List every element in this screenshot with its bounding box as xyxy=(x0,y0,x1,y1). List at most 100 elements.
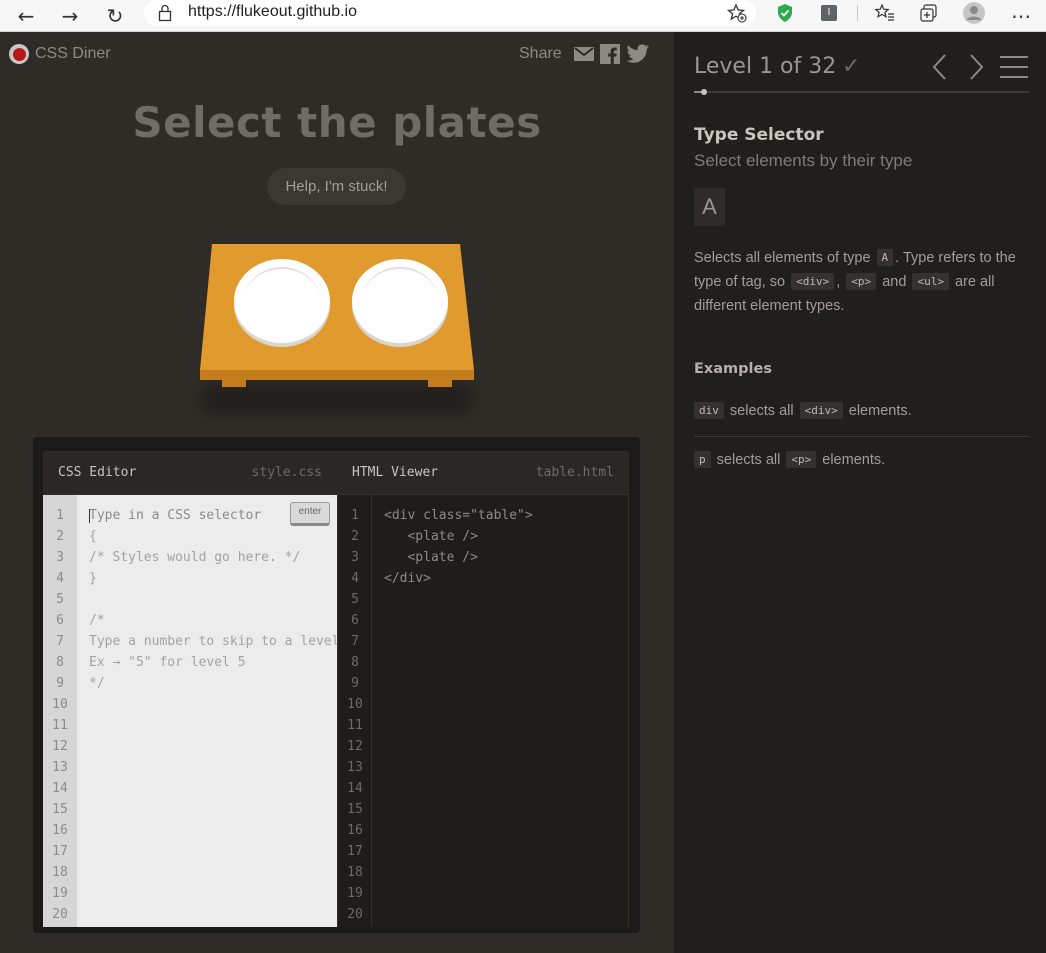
line-number: 8 xyxy=(56,655,64,670)
code-tag: A xyxy=(876,249,894,266)
facebook-share-icon[interactable] xyxy=(599,44,620,64)
dinner-table xyxy=(198,244,476,422)
line-number: 10 xyxy=(347,697,363,712)
code-tag: <p> xyxy=(846,273,877,290)
line-number: 18 xyxy=(347,865,363,880)
html-markup-line[interactable]: <plate /> xyxy=(384,529,477,544)
css-editor-title: CSS Editor xyxy=(58,465,137,480)
line-number: 19 xyxy=(347,886,363,901)
line-number: 13 xyxy=(52,760,68,775)
line-number: 17 xyxy=(347,844,363,859)
css-editor-header: CSS Editor style.css xyxy=(43,451,337,495)
reload-icon[interactable]: ↻ xyxy=(99,0,131,32)
css-comment-line: } xyxy=(89,571,97,586)
collections-icon[interactable] xyxy=(918,2,940,24)
previous-level-icon[interactable] xyxy=(928,52,952,82)
logo[interactable]: CSS Diner xyxy=(9,44,111,64)
line-number: 6 xyxy=(56,613,64,628)
line-number: 12 xyxy=(347,739,363,754)
line-number: 15 xyxy=(52,802,68,817)
html-markup-line[interactable]: </div> xyxy=(384,571,431,586)
html-viewer-pane: 1 2 3 4 5 6 7 8 9 10 11 12 13 14 15 16 17 18 19 20 <div clas… xyxy=(337,495,629,927)
email-share-icon[interactable] xyxy=(573,46,594,62)
url-text[interactable]: https://flukeout.github.io xyxy=(188,3,357,21)
game-panel: CSS Diner Share Select the plates Help, … xyxy=(0,32,674,953)
line-number: 5 xyxy=(351,592,359,607)
line-number: 8 xyxy=(351,655,359,670)
css-comment-line: */ xyxy=(89,676,105,691)
enter-button[interactable]: enter xyxy=(290,502,330,526)
text-caret xyxy=(89,509,90,523)
forward-icon[interactable]: → xyxy=(54,0,86,32)
html-file-name: table.html xyxy=(535,465,614,480)
examples-heading: Examples xyxy=(694,361,772,377)
line-number: 2 xyxy=(56,529,64,544)
selector-title: Select elements by their type xyxy=(694,151,913,170)
favorites-icon[interactable] xyxy=(874,2,896,24)
code-tag: <ul> xyxy=(912,273,949,290)
back-icon[interactable]: ← xyxy=(10,0,42,32)
line-number: 11 xyxy=(347,718,363,733)
plate[interactable] xyxy=(234,259,330,343)
level-sidebar: Level 1 of 32 ✓ Type Selector Select ele… xyxy=(674,32,1046,953)
next-level-icon[interactable] xyxy=(964,52,988,82)
line-number: 9 xyxy=(56,676,64,691)
html-markup-line[interactable]: <plate /> xyxy=(384,550,477,565)
logo-text: CSS Diner xyxy=(35,45,111,62)
line-number: 19 xyxy=(52,886,68,901)
share-bar: Share xyxy=(519,44,656,64)
extension-icon[interactable]: I xyxy=(818,2,840,24)
selector-syntax: A xyxy=(694,188,725,226)
line-number: 20 xyxy=(347,907,363,922)
selector-name: Type Selector xyxy=(694,125,824,145)
level-complete-check-icon: ✓ xyxy=(842,54,861,79)
html-viewer-header: HTML Viewer table.html xyxy=(337,451,629,495)
line-number: 2 xyxy=(351,529,359,544)
shield-icon[interactable] xyxy=(774,2,796,24)
help-button[interactable]: Help, I'm stuck! xyxy=(267,168,406,205)
plate[interactable] xyxy=(352,259,448,343)
line-number: 16 xyxy=(52,823,68,838)
example-item: div selects all <div> elements. xyxy=(694,402,912,419)
line-number: 17 xyxy=(52,844,68,859)
code-tag: <div> xyxy=(791,273,835,290)
line-number: 6 xyxy=(351,613,359,628)
line-number: 3 xyxy=(56,550,64,565)
line-number: 15 xyxy=(347,802,363,817)
line-number: 1 xyxy=(351,508,359,523)
css-comment-line: Type a number to skip to a level. xyxy=(89,634,348,649)
more-menu-icon[interactable]: ⋯ xyxy=(1005,0,1037,32)
line-number: 4 xyxy=(351,571,359,586)
level-instruction: Select the plates xyxy=(132,98,542,147)
html-markup-line[interactable]: <div class="table"> xyxy=(384,508,533,523)
line-number: 20 xyxy=(52,907,68,922)
selector-hint: Selects all elements of type A. Type ref… xyxy=(694,249,1016,314)
twitter-share-icon[interactable] xyxy=(626,44,650,64)
lock-icon xyxy=(158,4,172,22)
line-number: 14 xyxy=(52,781,68,796)
line-number: 11 xyxy=(52,718,68,733)
level-progress-bar xyxy=(694,89,1029,95)
favorite-add-icon[interactable] xyxy=(726,2,748,24)
line-number: 5 xyxy=(56,592,64,607)
line-number: 12 xyxy=(52,739,68,754)
logo-icon xyxy=(9,44,29,64)
css-input-pane[interactable]: 1 2 3 4 5 6 7 8 9 10 11 12 13 14 15 16 17 18 19 20 Type in a… xyxy=(43,495,347,927)
browser-toolbar: ← → ↻ https://flukeout.github.io I ⋯ xyxy=(0,0,1046,32)
line-number: 9 xyxy=(351,676,359,691)
line-number: 10 xyxy=(52,697,68,712)
line-number: 16 xyxy=(347,823,363,838)
css-comment-line: Ex → "5" for level 5 xyxy=(89,655,246,670)
css-comment-line: /* xyxy=(89,613,105,628)
css-file-name: style.css xyxy=(251,465,322,480)
css-input-placeholder[interactable]: Type in a CSS selector xyxy=(89,508,261,523)
line-number: 14 xyxy=(347,781,363,796)
css-comment-line: /* Styles would go here. */ xyxy=(89,550,301,565)
example-item: p selects all <p> elements. xyxy=(694,451,885,468)
level-menu-icon[interactable] xyxy=(1000,56,1028,78)
profile-avatar-icon[interactable] xyxy=(962,1,986,25)
level-indicator: Level 1 of 32 xyxy=(694,54,837,79)
line-number: 4 xyxy=(56,571,64,586)
examples-divider xyxy=(694,436,1029,437)
line-number: 7 xyxy=(56,634,64,649)
